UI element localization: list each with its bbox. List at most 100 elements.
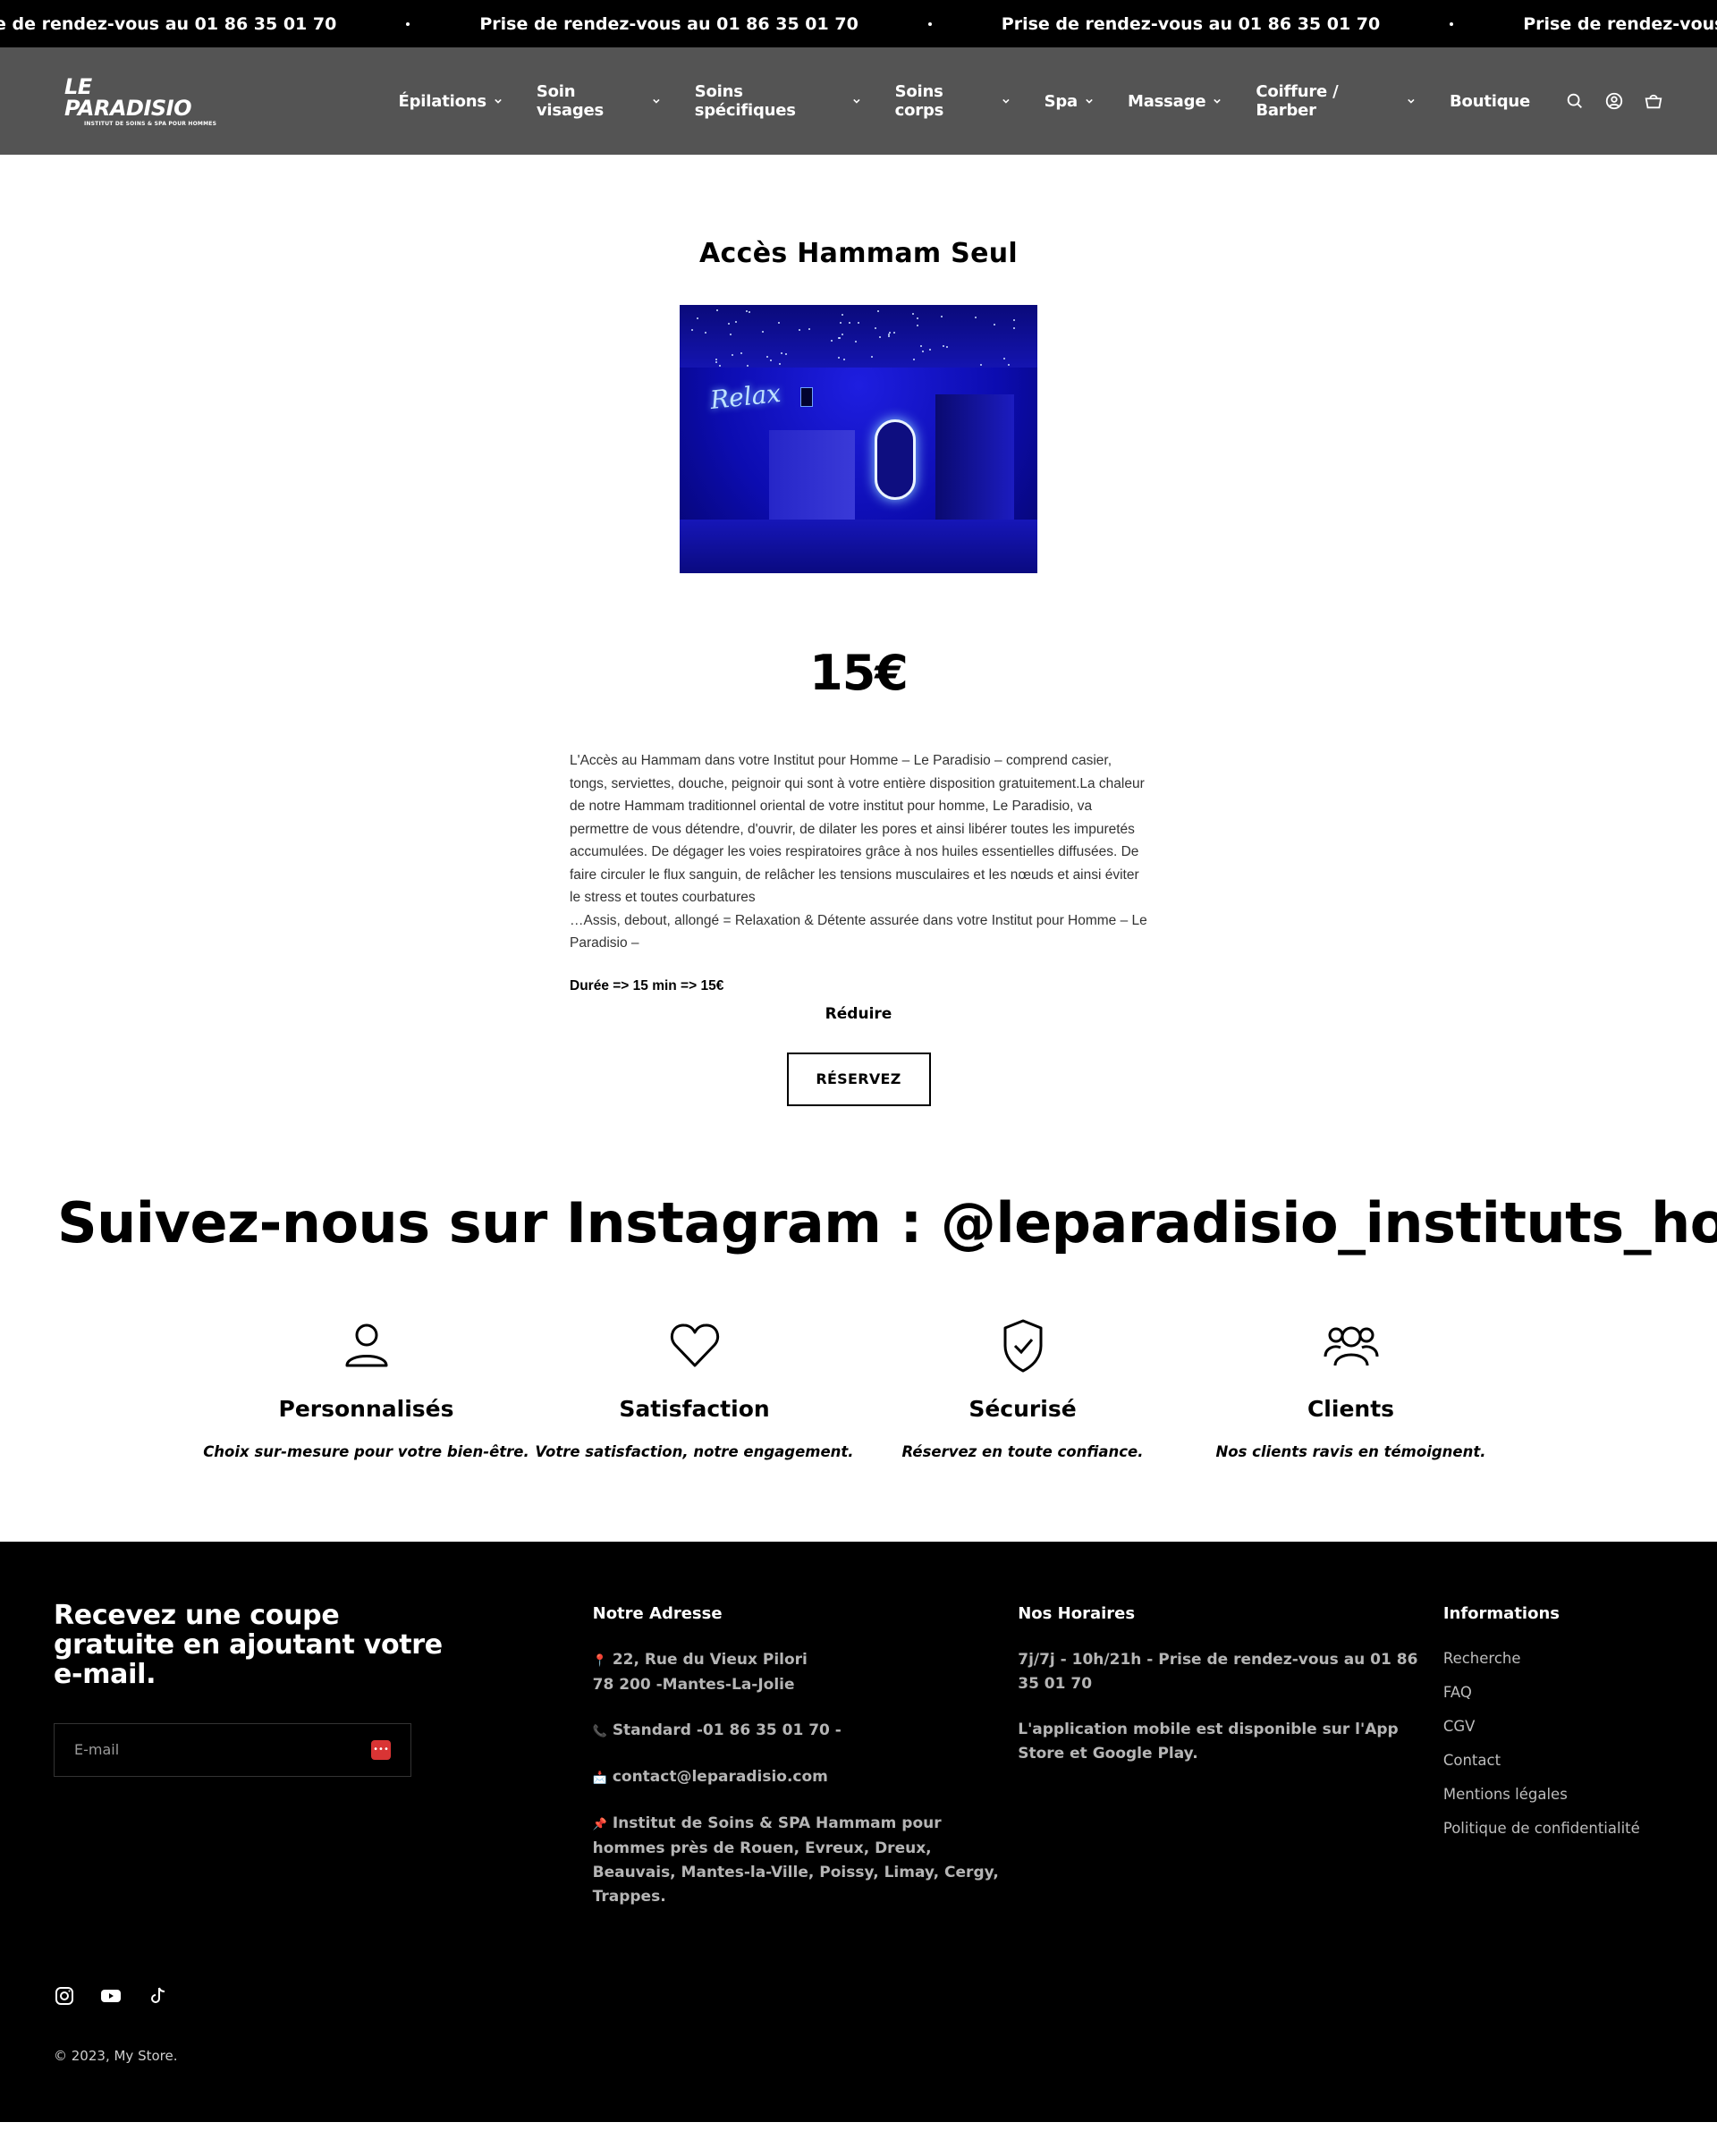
nav-item-soins-corps[interactable]: Soins corps (895, 82, 1010, 120)
footer-link-contact[interactable]: Contact (1443, 1750, 1663, 1771)
chevron-down-icon (853, 98, 860, 104)
announcement-bar: e de rendez-vous au 01 86 35 01 70 Prise… (0, 0, 1717, 47)
cart-icon[interactable] (1644, 91, 1663, 111)
image-mirror (875, 419, 916, 500)
feature-item: Satisfaction Votre satisfaction, notre e… (530, 1317, 858, 1460)
nav-item-boutique[interactable]: Boutique (1450, 82, 1530, 120)
chevron-down-icon (1002, 98, 1010, 104)
footer-columns: Recevez une coupe gratuite en ajoutant v… (54, 1601, 1663, 1931)
ceiling-star (838, 357, 840, 359)
product-description: L'Accès au Hammam dans votre Institut po… (570, 749, 1147, 955)
instagram-banner[interactable]: Suivez-nous sur Instagram : @leparadisio… (0, 1190, 1717, 1262)
site-header: LE PARADISIO INSTITUT DE SOINS & SPA POU… (0, 47, 1717, 155)
hours-title: Nos Horaires (1018, 1603, 1136, 1623)
description-paragraph: L'Accès au Hammam dans votre Institut po… (570, 753, 1145, 905)
info-column: Informations Recherche FAQ CGV Contact M… (1443, 1601, 1663, 1931)
social-links (54, 1985, 168, 2007)
feature-text: Réservez en toute confiance. (901, 1442, 1144, 1460)
ceiling-star (920, 345, 922, 347)
announcement-text: Prise de rendez-vous au 01 86 35 01 70 (1001, 13, 1381, 34)
email-line: 📩 contact@leparadisio.com (593, 1765, 1019, 1790)
feature-text: Choix sur-mesure pour votre bien-être. (203, 1442, 529, 1460)
announcement-separator (1450, 21, 1454, 26)
phone-text[interactable]: Standard -01 86 35 01 70 - (613, 1721, 842, 1739)
ceiling-star (766, 356, 768, 358)
product-title: Accès Hammam Seul (699, 238, 1018, 269)
chevron-down-icon (495, 98, 502, 104)
ceiling-star (875, 327, 876, 329)
ceiling-star (946, 346, 948, 348)
newsletter-headline: Recevez une coupe gratuite en ajoutant v… (54, 1599, 443, 1690)
chevron-down-icon (653, 98, 660, 104)
logo-name: LE PARADISIO (64, 73, 191, 121)
nav-item-label: Massage (1128, 91, 1206, 111)
search-icon[interactable] (1565, 91, 1585, 111)
address-city: 78 200 -Mantes-La-Jolie (592, 1675, 795, 1694)
newsletter-column: Recevez une coupe gratuite en ajoutant v… (54, 1601, 593, 1931)
nav-item-epilations[interactable]: Épilations (399, 82, 502, 120)
footer-link-faq[interactable]: FAQ (1443, 1682, 1663, 1703)
hours-app: L'application mobile est disponible sur … (1018, 1720, 1399, 1763)
hours-column: Nos Horaires 7j/7j - 10h/21h - Prise de … (1018, 1601, 1443, 1931)
tiktok-icon[interactable] (147, 1985, 168, 2007)
ceiling-star (843, 359, 845, 360)
ceiling-star (858, 322, 859, 324)
nav-item-massage[interactable]: Massage (1128, 82, 1222, 120)
ceiling-star (719, 365, 721, 367)
ceiling-star (879, 336, 881, 338)
reduce-link[interactable]: Réduire (825, 1005, 892, 1023)
main-nav: Épilations Soin visages Soins spécifique… (399, 82, 1565, 120)
nav-item-soins-specifiques[interactable]: Soins spécifiques (695, 82, 860, 120)
ceiling-star (747, 365, 749, 367)
ceiling-star (799, 329, 800, 331)
email-text[interactable]: contact@leparadisio.com (613, 1768, 828, 1786)
phone-line: 📞 Standard -01 86 35 01 70 - (593, 1719, 1019, 1744)
ceiling-star (716, 309, 718, 311)
product-duration: Durée => 15 min => 15€ (570, 977, 724, 993)
footer-link-politique[interactable]: Politique de confidentialité (1443, 1818, 1663, 1839)
product-image: Relax (680, 305, 1037, 573)
footer-link-cgv[interactable]: CGV (1443, 1716, 1663, 1737)
nav-item-label: Épilations (398, 91, 487, 111)
send-icon[interactable]: ••• (371, 1739, 391, 1760)
footer-link-mentions-legales[interactable]: Mentions légales (1443, 1784, 1663, 1805)
image-screen (800, 387, 813, 407)
feature-item: Sécurisé Réservez en toute confiance. (858, 1317, 1187, 1460)
ceiling-star (893, 332, 895, 334)
newsletter-form: ••• (54, 1722, 411, 1777)
announcement-text: Prise de rendez-vous au 01 86 35 01 70 (1523, 13, 1717, 34)
instagram-icon[interactable] (54, 1985, 75, 2007)
feature-title: Sécurisé (968, 1395, 1077, 1422)
youtube-icon[interactable] (100, 1985, 122, 2007)
nav-item-spa[interactable]: Spa (1045, 82, 1093, 120)
announcement-text: e de rendez-vous au 01 86 35 01 70 (0, 13, 337, 34)
about-text: Institut de Soins & SPA Hammam pour homm… (592, 1814, 999, 1906)
nav-item-label: Boutique (1450, 91, 1530, 111)
ceiling-star (730, 334, 732, 335)
email-input[interactable] (74, 1741, 343, 1758)
announcement-track: e de rendez-vous au 01 86 35 01 70 Prise… (0, 14, 1717, 34)
about-line: 📌 Institut de Soins & SPA Hammam pour hom… (593, 1812, 1019, 1909)
ceiling-star (785, 353, 787, 355)
ceiling-star (762, 331, 764, 333)
pin-icon: 📍 (592, 1653, 607, 1668)
ceiling-star (941, 316, 943, 317)
ceiling-star (849, 322, 850, 324)
mail-icon: 📩 (592, 1771, 607, 1785)
chevron-down-icon (1408, 98, 1415, 104)
ceiling-star (917, 317, 918, 319)
reserve-button[interactable]: RÉSERVEZ (786, 1052, 931, 1106)
ceiling-star (838, 337, 840, 339)
nav-item-soin-visages[interactable]: Soin visages (537, 82, 660, 120)
ceiling-star (746, 310, 748, 312)
address-block: 📍 22, Rue du Vieux Pilori 78 200 -Mantes-L… (593, 1648, 1019, 1697)
ceiling-star (728, 323, 730, 325)
ceiling-star (1008, 364, 1010, 366)
feature-title: Personnalisés (278, 1395, 454, 1422)
footer-link-recherche[interactable]: Recherche (1443, 1648, 1663, 1669)
ceiling-star (912, 313, 914, 315)
account-icon[interactable] (1604, 91, 1624, 111)
nav-item-coiffure-barber[interactable]: Coiffure / Barber (1256, 82, 1415, 120)
product-price: 15€ (809, 645, 909, 701)
site-logo[interactable]: LE PARADISIO INSTITUT DE SOINS & SPA POU… (64, 76, 225, 127)
